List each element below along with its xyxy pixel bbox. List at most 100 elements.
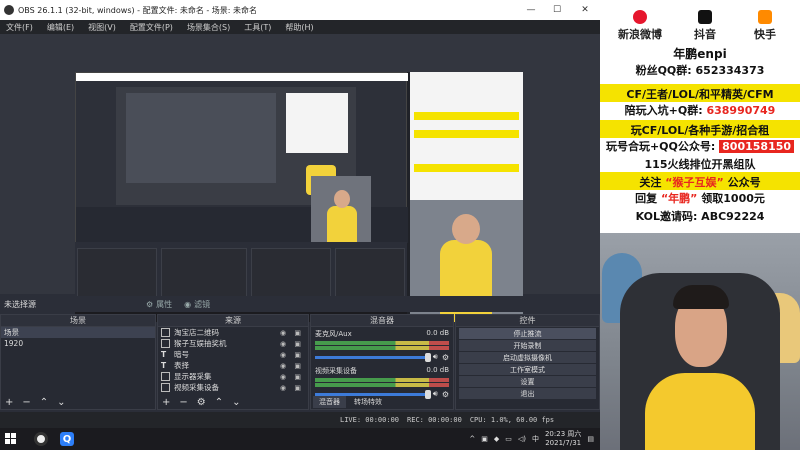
tray-chevron-icon[interactable]: ^ bbox=[469, 435, 475, 443]
start-recording-button[interactable]: 开始录制 bbox=[459, 340, 596, 351]
menu-tools[interactable]: 工具(T) bbox=[244, 22, 271, 33]
group-number: 638990749 bbox=[706, 104, 776, 117]
maximize-button[interactable]: ☐ bbox=[544, 0, 570, 20]
notification-icon[interactable]: ▤ bbox=[587, 435, 594, 443]
properties-button[interactable]: ⚙ 属性 bbox=[146, 299, 172, 310]
scene-item[interactable]: 场景 bbox=[1, 327, 155, 338]
scene-item[interactable]: 1920 bbox=[1, 338, 155, 349]
visibility-lock-icon[interactable]: ◉ ▣ bbox=[280, 362, 304, 370]
close-button[interactable]: ✕ bbox=[572, 0, 598, 20]
visibility-lock-icon[interactable]: ◉ ▣ bbox=[280, 340, 304, 348]
person-shirt bbox=[645, 373, 755, 450]
visibility-lock-icon[interactable]: ◉ ▣ bbox=[280, 329, 304, 337]
minimize-button[interactable]: — bbox=[518, 0, 544, 20]
douyin-label: 抖音 bbox=[694, 28, 716, 41]
stop-streaming-button[interactable]: 停止推流 bbox=[459, 328, 596, 339]
status-bar: LIVE: 00:00:00 REC: 00:00:00 CPU: 1.0%, … bbox=[0, 412, 600, 428]
exit-button[interactable]: 退出 bbox=[459, 388, 596, 399]
source-item[interactable]: 视频采集设备 ◉ ▣ bbox=[158, 382, 308, 393]
language-indicator[interactable]: 中 bbox=[532, 434, 539, 444]
kuaishou-icon bbox=[758, 10, 772, 24]
kol-code: KOL邀请码: ABC92224 bbox=[635, 210, 765, 223]
volume-slider[interactable] bbox=[315, 352, 431, 362]
weibo-icon bbox=[633, 10, 647, 24]
source-item[interactable]: 猴子互娱抽奖机 ◉ ▣ bbox=[158, 338, 308, 349]
add-icon[interactable]: + bbox=[162, 397, 170, 408]
visibility-lock-icon[interactable]: ◉ ▣ bbox=[280, 351, 304, 359]
follow-b: “猴子互娱” bbox=[665, 176, 724, 189]
move-down-icon[interactable]: ⌄ bbox=[232, 397, 240, 408]
cpu-status: CPU: 1.0%, 60.00 fps bbox=[469, 416, 555, 424]
camera-icon bbox=[161, 383, 170, 392]
move-down-icon[interactable]: ⌄ bbox=[57, 397, 65, 408]
weibo-badge: 新浪微博 bbox=[610, 10, 670, 42]
controls-dock: 控件 停止推流 开始录制 启动虚拟摄像机 工作室模式 设置 退出 bbox=[455, 314, 600, 410]
no-source-label: 未选择源 bbox=[4, 299, 36, 309]
kuaishou-badge: 快手 bbox=[735, 10, 795, 42]
remove-icon[interactable]: − bbox=[22, 397, 30, 408]
network-icon[interactable]: ▭ bbox=[505, 435, 512, 443]
person-head-small bbox=[334, 190, 350, 208]
preview-canvas[interactable] bbox=[75, 72, 523, 322]
scenes-toolbar: + − ⌃ ⌄ bbox=[1, 395, 66, 409]
volume-icon[interactable]: ◁) bbox=[518, 435, 526, 443]
filters-label: 滤镜 bbox=[194, 299, 211, 309]
preview-area[interactable] bbox=[0, 34, 600, 322]
menu-help[interactable]: 帮助(H) bbox=[285, 22, 313, 33]
wechat-prefix: 玩号合玩+QQ公众号: bbox=[605, 140, 716, 153]
track-name: 麦克风/Aux bbox=[315, 330, 352, 338]
slider-handle[interactable] bbox=[424, 352, 431, 362]
obs-window: OBS 26.1.1 (32-bit, windows) - 配置文件: 未命名… bbox=[0, 0, 600, 428]
nested-overlay bbox=[286, 93, 348, 153]
clock[interactable]: 20:23 周六 2021/7/31 bbox=[545, 430, 581, 448]
no-source-bar: 未选择源 ⚙ 属性 ◉ 滤镜 bbox=[0, 296, 600, 312]
tray-icon[interactable]: ▣ bbox=[481, 435, 488, 443]
source-item[interactable]: 显示器采集 ◉ ▣ bbox=[158, 371, 308, 382]
move-up-icon[interactable]: ⌃ bbox=[215, 397, 223, 408]
add-icon[interactable]: + bbox=[5, 397, 13, 408]
source-item[interactable]: T 表择 ◉ ▣ bbox=[158, 360, 308, 371]
settings-button[interactable]: 设置 bbox=[459, 376, 596, 387]
mixer-tabs: 混音器 转场特效 bbox=[311, 395, 455, 409]
volume-row: 🔊︎ ⚙ bbox=[315, 352, 449, 362]
filters-button[interactable]: ◉ 滤镜 bbox=[184, 299, 210, 310]
source-item[interactable]: 淘宝店二维码 ◉ ▣ bbox=[158, 327, 308, 338]
move-up-icon[interactable]: ⌃ bbox=[40, 397, 48, 408]
monitor-icon bbox=[161, 372, 170, 381]
sources-dock: 来源 淘宝店二维码 ◉ ▣ 猴子互娱抽奖机 ◉ ▣ T 暗号 ◉ ▣ T 表择 ◉ ▣ 显示… bbox=[157, 314, 309, 410]
studio-mode-button[interactable]: 工作室模式 bbox=[459, 364, 596, 375]
obs-taskbar-button[interactable] bbox=[30, 428, 52, 450]
visibility-lock-icon[interactable]: ◉ ▣ bbox=[280, 373, 304, 381]
source-item[interactable]: T 暗号 ◉ ▣ bbox=[158, 349, 308, 360]
mixer-dock: 混音器 麦克风/Aux 0.0 dB 🔊︎ ⚙ 视频采集设备 0.0 dB 🔊︎… bbox=[310, 314, 454, 410]
tab-transitions[interactable]: 转场特效 bbox=[348, 396, 388, 408]
start-virtual-camera-button[interactable]: 启动虚拟摄像机 bbox=[459, 352, 596, 363]
live-status: LIVE: 00:00:00 bbox=[340, 416, 400, 424]
group-line: 陪玩入坑+Q群: 638990749 bbox=[600, 102, 800, 118]
controls-header: 控件 bbox=[456, 315, 599, 327]
menu-scene-collection[interactable]: 场景集合(S) bbox=[187, 22, 230, 33]
gear-icon[interactable]: ⚙ bbox=[197, 397, 206, 408]
menu-profile[interactable]: 配置文件(P) bbox=[130, 22, 173, 33]
wechat-line: 玩号合玩+QQ公众号: 800158150 bbox=[600, 138, 800, 154]
remove-icon[interactable]: − bbox=[179, 397, 187, 408]
menu-view[interactable]: 视图(V) bbox=[88, 22, 116, 33]
weibo-label: 新浪微博 bbox=[618, 28, 662, 41]
tab-mixer[interactable]: 混音器 bbox=[313, 396, 346, 408]
source-label: 猴子互娱抽奖机 bbox=[174, 339, 227, 348]
tray-icon[interactable]: ◆ bbox=[494, 435, 499, 443]
menu-edit[interactable]: 编辑(E) bbox=[47, 22, 74, 33]
obs-logo-icon bbox=[4, 5, 14, 15]
speaker-icon[interactable]: 🔊︎ bbox=[433, 352, 438, 362]
app-taskbar-button[interactable]: Q bbox=[56, 428, 78, 450]
sources-header: 来源 bbox=[158, 315, 308, 327]
source-label: 表择 bbox=[174, 361, 189, 370]
start-button[interactable] bbox=[0, 428, 22, 450]
scenes-dock: 场景 场景 1920 + − ⌃ ⌄ bbox=[0, 314, 156, 410]
menu-file[interactable]: 文件(F) bbox=[6, 22, 33, 33]
windows-icon bbox=[5, 433, 16, 444]
visibility-lock-icon[interactable]: ◉ ▣ bbox=[280, 384, 304, 392]
douyin-badge: 抖音 bbox=[675, 10, 735, 42]
track-db: 0.0 dB bbox=[426, 366, 449, 374]
gear-icon[interactable]: ⚙ bbox=[442, 353, 449, 362]
